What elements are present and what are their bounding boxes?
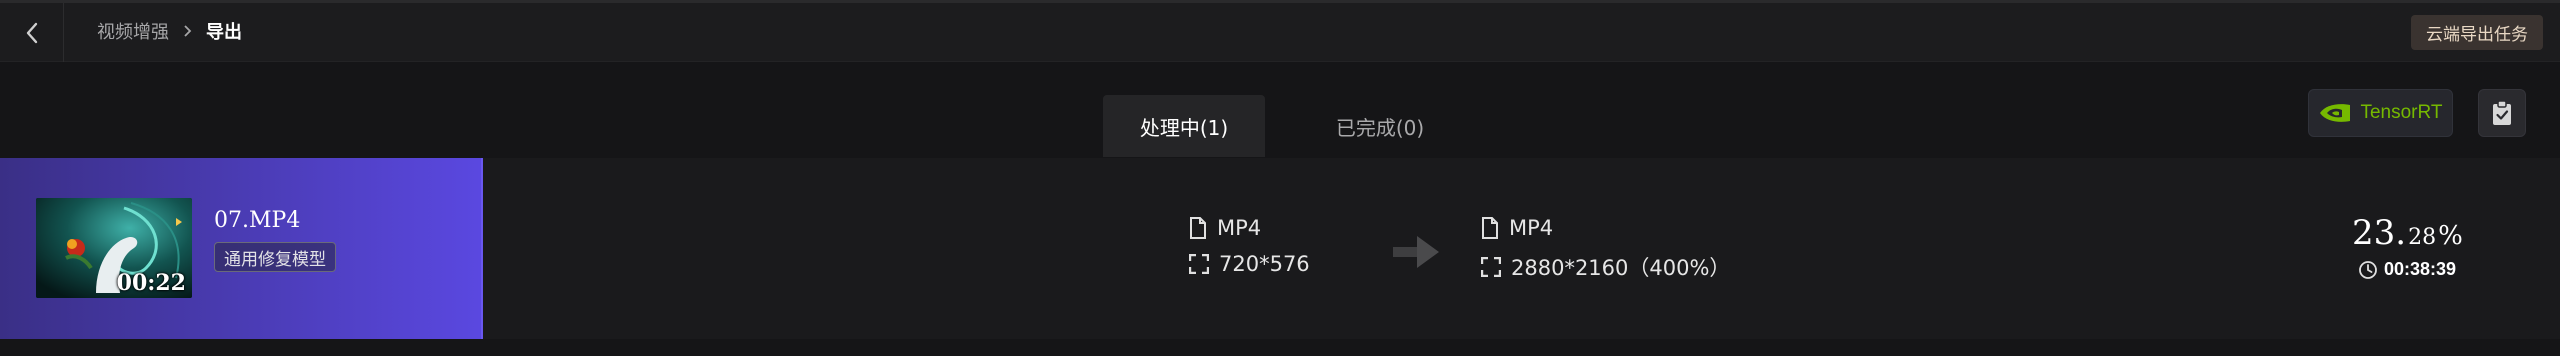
target-format-label: MP4 <box>1509 216 1554 240</box>
nvidia-icon <box>2320 104 2351 122</box>
breadcrumb-current: 导出 <box>206 22 242 43</box>
clock-icon <box>2359 260 2377 279</box>
resolution-icon <box>1481 257 1501 277</box>
clipboard-icon <box>2493 100 2511 125</box>
cloud-export-tasks-button[interactable]: 云端导出任务 <box>2411 15 2543 50</box>
target-format: MP4 <box>1481 216 1553 240</box>
breadcrumb-parent-link[interactable]: 视频增强 <box>97 18 169 44</box>
breadcrumb: 视频增强 导出 <box>97 0 242 62</box>
top-border <box>0 0 2560 3</box>
video-thumbnail[interactable]: 00:22 <box>36 198 192 298</box>
target-resolution: 2880*2160（400%） <box>1481 252 1730 282</box>
source-resolution: 720*576 <box>1189 252 1310 276</box>
video-duration: 00:22 <box>116 270 186 296</box>
source-resolution-label: 720*576 <box>1219 252 1310 276</box>
back-button[interactable] <box>0 3 64 62</box>
tab-bar: 处理中(1) 已完成(0) TensorRT <box>0 63 2560 158</box>
source-format-label: MP4 <box>1217 216 1262 240</box>
task-row[interactable]: 00:22 07.MP4 通用修复模型 MP4 720*576 MP4 2880… <box>0 158 2560 339</box>
tab-completed[interactable]: 已完成(0) <box>1299 95 1461 157</box>
file-icon <box>1190 217 1206 239</box>
task-list-button[interactable] <box>2478 89 2526 137</box>
progress-percent: 23. 28 % <box>2352 213 2468 253</box>
top-header: 视频增强 导出 云端导出任务 <box>0 0 2560 62</box>
chevron-left-icon <box>26 22 37 43</box>
progress-int: 23. <box>2352 213 2407 253</box>
source-format: MP4 <box>1189 216 1261 240</box>
remaining-time-label: 00:38:39 <box>2384 259 2457 279</box>
breadcrumb-separator-icon <box>183 24 192 38</box>
arrow-right-icon <box>1393 236 1439 268</box>
remaining-time: 00:38:39 <box>2358 259 2456 280</box>
file-icon <box>1482 217 1498 239</box>
progress-decimal: 28 <box>2408 225 2437 250</box>
target-resolution-label: 2880*2160（400%） <box>1511 256 1731 280</box>
model-tag: 通用修复模型 <box>214 242 336 272</box>
tensorrt-button[interactable]: TensorRT <box>2308 89 2453 137</box>
resolution-icon <box>1189 254 1209 274</box>
file-name: 07.MP4 <box>214 208 301 233</box>
tab-processing[interactable]: 处理中(1) <box>1103 95 1265 157</box>
tensorrt-label: TensorRT <box>2360 102 2443 123</box>
progress-symbol: % <box>2438 221 2463 251</box>
